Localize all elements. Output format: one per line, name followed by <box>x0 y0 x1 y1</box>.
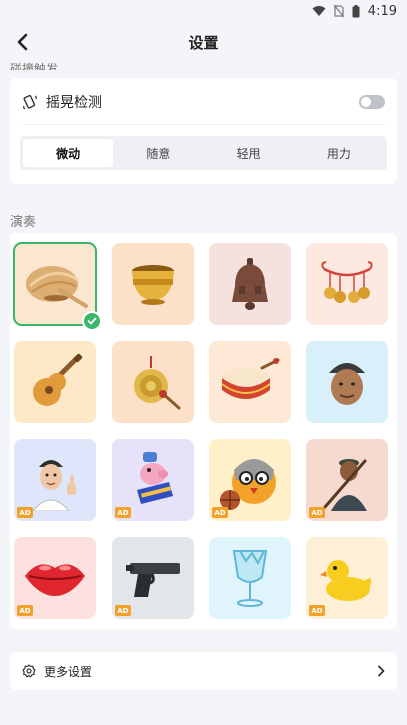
back-button[interactable] <box>10 30 34 54</box>
ad-badge: AD <box>212 507 228 518</box>
rubber-duck-icon <box>320 560 372 601</box>
ad-badge: AD <box>17 605 33 616</box>
instrument-tile[interactable] <box>112 341 194 423</box>
man-with-hat-icon <box>329 363 365 405</box>
shake-detection-row: 摇晃检测 <box>22 86 385 118</box>
instrument-tile[interactable] <box>209 341 291 423</box>
old-man-cane-icon <box>323 459 367 511</box>
status-time: 4:19 <box>367 3 397 19</box>
instrument-tile[interactable]: AD <box>306 439 388 521</box>
wifi-icon <box>312 5 326 17</box>
chevron-right-icon <box>377 665 385 677</box>
nav-bar: 设置 <box>0 22 407 62</box>
shake-icon <box>23 94 37 110</box>
bracelet-bells-icon <box>321 261 373 303</box>
shake-detection-toggle[interactable] <box>359 95 385 109</box>
instrument-tile[interactable] <box>14 341 96 423</box>
intensity-option-subtle[interactable]: 微动 <box>23 139 114 167</box>
basketball-chicken-icon <box>220 459 276 510</box>
intensity-option-casual[interactable]: 随意 <box>113 139 203 167</box>
gear-icon <box>22 664 36 678</box>
bowl-icon <box>132 265 174 305</box>
gong-icon <box>134 356 181 410</box>
selected-check-icon <box>82 311 102 331</box>
lips-icon <box>25 564 85 596</box>
man-thumbs-up-icon <box>32 460 76 511</box>
ad-badge: AD <box>115 507 131 518</box>
clipped-section-label: 碰撞触发 <box>10 62 59 70</box>
instrument-tile[interactable] <box>13 242 102 331</box>
bell-icon <box>232 258 268 310</box>
guitar-icon <box>33 353 83 406</box>
shake-settings-card: 摇晃检测 微动 随意 轻甩 用力 <box>10 78 397 184</box>
ad-badge: AD <box>309 507 325 518</box>
ad-badge: AD <box>115 605 131 616</box>
status-bar: 4:19 <box>0 0 407 22</box>
instrument-tile[interactable] <box>306 341 388 423</box>
toggle-knob <box>361 97 371 107</box>
more-settings-row[interactable]: 更多设置 <box>10 652 397 690</box>
instrument-tile[interactable] <box>209 537 291 619</box>
more-settings-label: 更多设置 <box>44 664 93 679</box>
shake-detection-label: 摇晃检测 <box>46 95 102 111</box>
ad-badge: AD <box>17 507 33 518</box>
pistol-icon <box>126 563 180 597</box>
instrument-tile[interactable] <box>306 243 388 325</box>
wooden-fish-icon <box>26 266 88 308</box>
instrument-tile[interactable]: AD <box>112 439 194 521</box>
instrument-tile[interactable]: AD <box>209 439 291 521</box>
instrument-grid: AD AD AD AD AD AD AD <box>10 233 397 629</box>
intensity-option-hard[interactable]: 用力 <box>294 139 384 167</box>
instrument-tile[interactable]: AD <box>14 537 96 619</box>
drum-icon <box>221 358 280 399</box>
page-title: 设置 <box>188 33 219 52</box>
battery-icon <box>352 4 360 18</box>
chevron-left-icon <box>17 33 28 51</box>
play-section-title: 演奏 <box>10 215 37 230</box>
instrument-tile[interactable]: AD <box>306 537 388 619</box>
divider <box>22 124 385 125</box>
pig-character-icon <box>137 452 173 504</box>
broken-glass-icon <box>232 550 268 607</box>
no-sim-icon <box>333 5 344 17</box>
instrument-tile[interactable] <box>112 243 194 325</box>
instrument-tile[interactable] <box>209 243 291 325</box>
intensity-option-light-flick[interactable]: 轻甩 <box>204 139 294 167</box>
instrument-tile[interactable]: AD <box>14 439 96 521</box>
instrument-tile[interactable]: AD <box>112 537 194 619</box>
ad-badge: AD <box>309 605 325 616</box>
intensity-selector: 微动 随意 轻甩 用力 <box>20 136 387 170</box>
